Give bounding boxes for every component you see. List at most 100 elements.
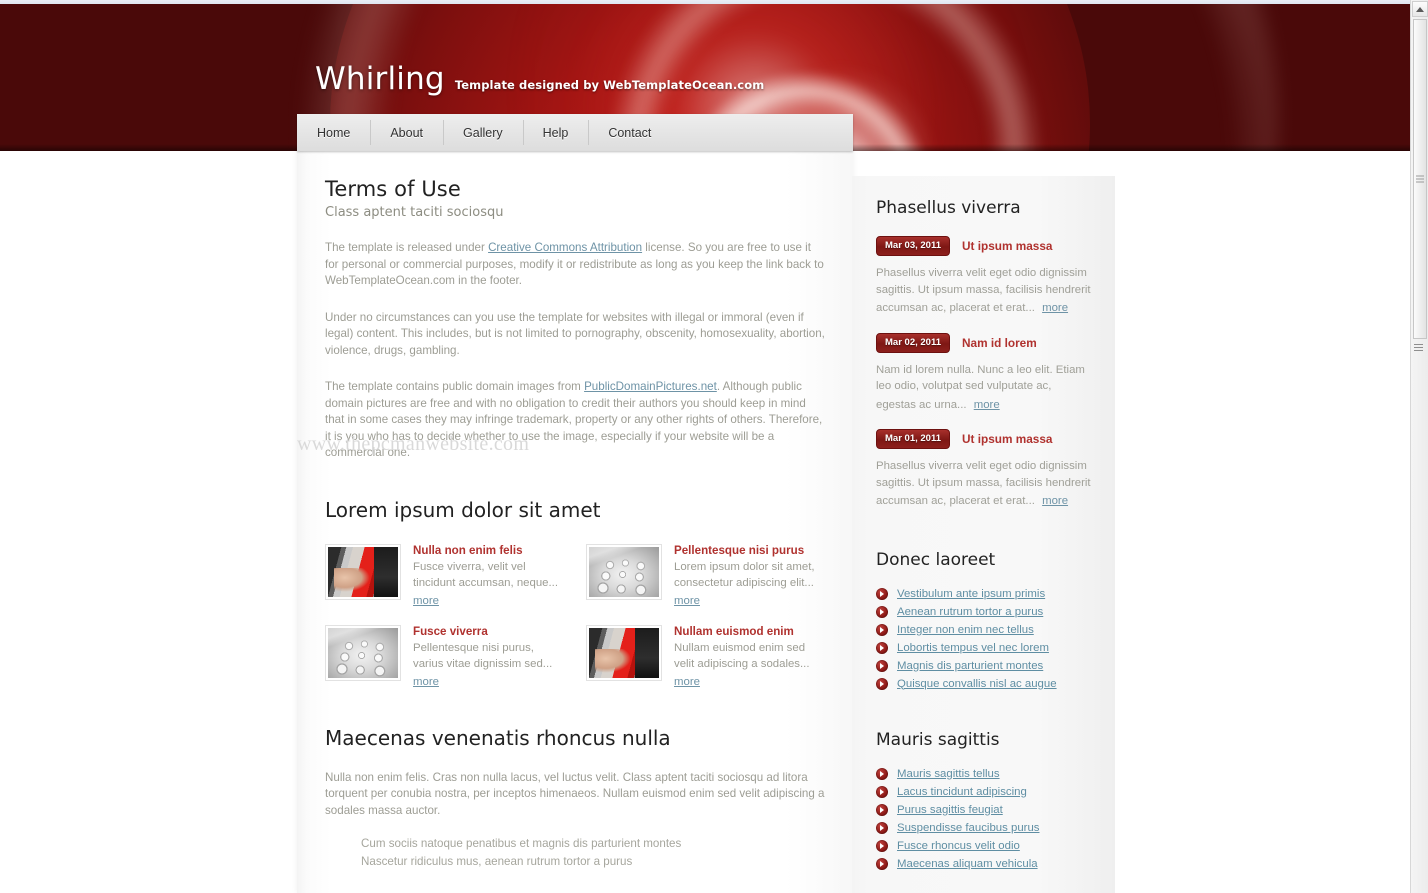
news-date-badge: Mar 02, 2011: [876, 332, 950, 353]
teaser-item[interactable]: Nulla non enim felis Fusce viverra, veli…: [325, 543, 564, 609]
arrow-bullet-icon: [876, 803, 888, 816]
sidebar-link[interactable]: Magnis dis parturient montes: [897, 660, 1043, 672]
nav-item-help[interactable]: Help: [522, 114, 589, 151]
brand[interactable]: Whirling Template designed by WebTemplat…: [315, 61, 764, 97]
vertical-scrollbar[interactable]: [1410, 0, 1428, 893]
list-item[interactable]: Integer non enim nec tellus: [876, 623, 1091, 636]
news-more-link[interactable]: more: [1042, 493, 1068, 510]
sidebar-link[interactable]: Fusce rhoncus velit odio: [897, 840, 1020, 852]
teaser-thumbnail[interactable]: [325, 543, 401, 600]
bottom-paragraph: Nulla non enim felis. Cras non nulla lac…: [325, 770, 825, 817]
sidebar-link-list-two: Mauris sagittis tellus Lacus tincidunt a…: [876, 767, 1091, 870]
nav-item-contact[interactable]: Contact: [588, 114, 671, 151]
sidebar-link[interactable]: Lobortis tempus vel nec lorem: [897, 642, 1049, 654]
photo-woman-laptop-red: [328, 546, 398, 597]
paragraph-license-before: The template is released under: [325, 241, 489, 254]
page-subtitle: Class aptent taciti sociosqu: [325, 205, 504, 220]
news-text: Phasellus viverra velit eget odio dignis…: [876, 265, 1091, 317]
teaser-thumbnail[interactable]: [586, 543, 662, 600]
sidebar-link[interactable]: Integer non enim nec tellus: [897, 624, 1034, 636]
content-wrapper: Terms of Use Class aptent taciti sociosq…: [0, 151, 1410, 893]
sidebar-link[interactable]: Maecenas aliquam vehicula: [897, 858, 1038, 870]
news-item[interactable]: Mar 02, 2011 Nam id lorem Nam id lorem n…: [876, 332, 1091, 414]
arrow-bullet-icon: [876, 623, 888, 636]
teaser-title: Pellentesque nisi purus: [674, 543, 805, 557]
sidebar-link[interactable]: Aenean rutrum tortor a purus: [897, 606, 1043, 618]
teaser-more-link[interactable]: more: [674, 595, 700, 607]
teaser-more-link[interactable]: more: [413, 676, 439, 688]
list-item[interactable]: Mauris sagittis tellus: [876, 767, 1091, 780]
teaser-title: Nulla non enim felis: [413, 543, 523, 557]
news-more-link[interactable]: more: [974, 397, 1000, 414]
sidebar-link[interactable]: Vestibulum ante ipsum primis: [897, 588, 1045, 600]
news-item[interactable]: Mar 03, 2011 Ut ipsum massa Phasellus vi…: [876, 236, 1091, 317]
paragraph-license: The template is released under Creative …: [325, 240, 825, 290]
right-sidebar: Phasellus viverra Mar 03, 2011 Ut ipsum …: [852, 176, 1115, 893]
header-fade-right: [1170, 4, 1410, 151]
nav-item-about[interactable]: About: [370, 114, 443, 151]
arrow-bullet-icon: [876, 839, 888, 852]
nav-item-gallery[interactable]: Gallery: [443, 114, 523, 151]
teaser-text: Pellentesque nisi purus, varius vitae di…: [413, 641, 553, 670]
main-navigation[interactable]: Home About Gallery Help Contact: [297, 114, 853, 151]
teaser-more-link[interactable]: more: [674, 676, 700, 688]
list-item[interactable]: Lobortis tempus vel nec lorem: [876, 641, 1091, 654]
scrollbar-track-mark: [1414, 344, 1423, 352]
main-content-card: Terms of Use Class aptent taciti sociosq…: [297, 151, 853, 893]
list-item[interactable]: Fusce rhoncus velit odio: [876, 839, 1091, 852]
teaser-item[interactable]: Nullam euismod enim Nullam euismod enim …: [586, 624, 825, 690]
header-fade-left: [0, 4, 340, 151]
paragraph-images-before: The template contains public domain imag…: [325, 380, 585, 393]
teaser-text: Lorem ipsum dolor sit amet, consectetur …: [674, 560, 815, 589]
list-item[interactable]: Vestibulum ante ipsum primis: [876, 587, 1091, 600]
news-date-badge: Mar 03, 2011: [876, 236, 950, 256]
news-text: Nam id lorem nulla. Nunc a leo elit. Eti…: [876, 362, 1091, 414]
arrow-bullet-icon: [876, 587, 888, 600]
list-item[interactable]: Quisque convallis nisl ac augue: [876, 677, 1091, 690]
arrow-bullet-icon: [876, 821, 888, 834]
sidebar-link[interactable]: Quisque convallis nisl ac augue: [897, 678, 1057, 690]
watermark-text: www.thepcmanwebsite.com: [297, 433, 530, 455]
list-item[interactable]: Purus sagittis feugiat: [876, 803, 1091, 816]
sidebar-link[interactable]: Mauris sagittis tellus: [897, 768, 1000, 780]
arrow-bullet-icon: [876, 767, 888, 780]
teaser-item[interactable]: Pellentesque nisi purus Lorem ipsum dolo…: [586, 543, 825, 609]
page-viewport: Whirling Template designed by WebTemplat…: [0, 4, 1410, 893]
list-item[interactable]: Magnis dis parturient montes: [876, 659, 1091, 672]
nav-item-home[interactable]: Home: [297, 114, 370, 151]
list-item[interactable]: Aenean rutrum tortor a purus: [876, 605, 1091, 618]
photo-phone-keypad: [328, 627, 398, 678]
news-more-link[interactable]: more: [1042, 300, 1068, 317]
teaser-item[interactable]: Fusce viverra Pellentesque nisi purus, v…: [325, 624, 564, 690]
news-date-badge: Mar 01, 2011: [876, 429, 950, 449]
list-item[interactable]: Lacus tincidunt adipiscing: [876, 785, 1091, 798]
teaser-title: Fusce viverra: [413, 624, 488, 638]
list-item[interactable]: Suspendisse faucibus purus: [876, 821, 1091, 834]
arrow-bullet-icon: [876, 605, 888, 618]
photo-woman-laptop-red: [589, 627, 659, 678]
sidebar-link[interactable]: Purus sagittis feugiat: [897, 804, 1003, 816]
scrollbar-thumb[interactable]: [1413, 19, 1427, 339]
teaser-thumbnail[interactable]: [586, 624, 662, 681]
news-title: Ut ipsum massa: [962, 239, 1053, 253]
sidebar-link[interactable]: Suspendisse faucibus purus: [897, 822, 1039, 834]
arrow-bullet-icon: [876, 857, 888, 870]
scrollbar-up-arrow-icon[interactable]: [1412, 1, 1428, 17]
paragraph-restrictions: Under no circumstances can you use the t…: [325, 310, 825, 357]
news-title: Nam id lorem: [962, 335, 1037, 350]
sidebar-link[interactable]: Lacus tincidunt adipiscing: [897, 786, 1027, 798]
teaser-text: Fusce viverra, velit vel tincidunt accum…: [413, 560, 559, 589]
teaser-grid: Nulla non enim felis Fusce viverra, veli…: [325, 543, 825, 690]
public-domain-pictures-link[interactable]: PublicDomainPictures.net: [584, 380, 717, 393]
arrow-bullet-icon: [876, 659, 888, 672]
teaser-section-title: Lorem ipsum dolor sit amet: [325, 497, 601, 522]
teaser-more-link[interactable]: more: [413, 595, 439, 607]
list-item[interactable]: Maecenas aliquam vehicula: [876, 857, 1091, 870]
news-item[interactable]: Mar 01, 2011 Ut ipsum massa Phasellus vi…: [876, 429, 1091, 510]
arrow-bullet-icon: [876, 677, 888, 690]
creative-commons-link[interactable]: Creative Commons Attribution: [488, 241, 642, 254]
arrow-bullet-icon: [876, 641, 888, 654]
news-text: Phasellus viverra velit eget odio dignis…: [876, 458, 1091, 510]
teaser-thumbnail[interactable]: [325, 624, 401, 681]
site-title: Whirling: [315, 61, 445, 97]
